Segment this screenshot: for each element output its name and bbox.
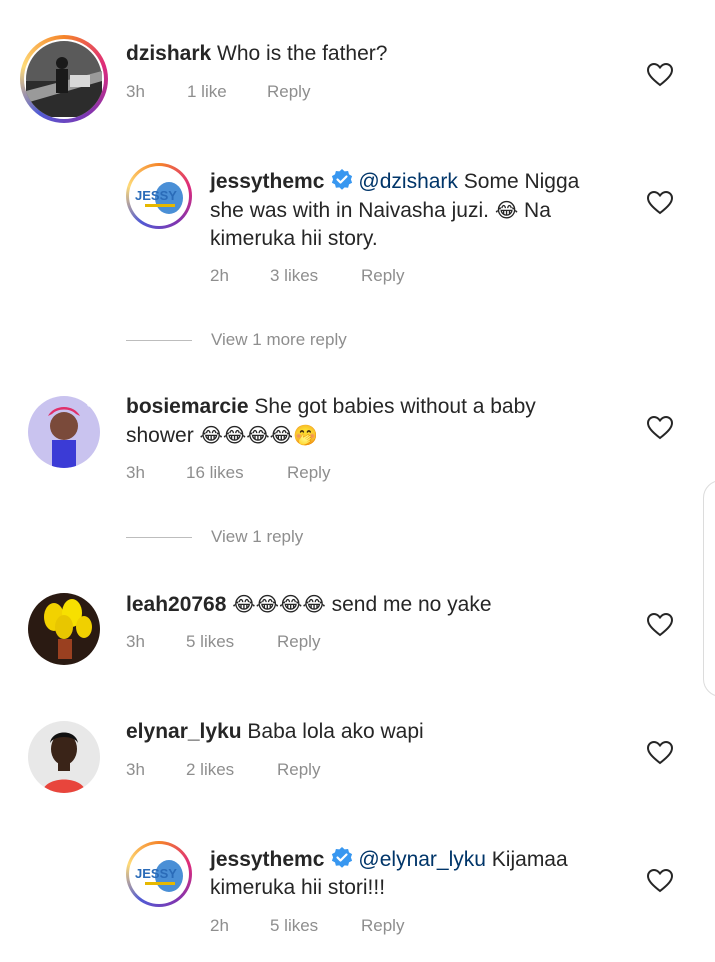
timestamp: 3h [126, 760, 145, 779]
avatar-photo [28, 593, 100, 665]
comment-text: leah20768 😂😂😂😂 send me no yake [126, 592, 492, 616]
comment-text: dzishark Who is the father? [126, 42, 388, 65]
logo-text: JESSY [135, 188, 177, 203]
reply-button[interactable]: Reply [361, 266, 404, 286]
heart-outline-icon[interactable] [647, 416, 673, 440]
reply-button[interactable]: Reply [361, 916, 404, 936]
jessy-logo: JESSY [131, 846, 187, 902]
timestamp: 3h [126, 463, 145, 482]
reply-button[interactable]: Reply [277, 760, 320, 780]
like-count[interactable]: 2 likes [186, 760, 234, 780]
avatar[interactable] [28, 721, 100, 793]
avatar[interactable]: JESSY [126, 163, 192, 229]
avatar[interactable] [28, 593, 100, 665]
edge-panel-handle[interactable] [703, 480, 715, 697]
avatar-photo [28, 396, 100, 468]
heart-outline-icon[interactable] [647, 741, 673, 765]
comment-meta: 2h 3 likes Reply [210, 266, 510, 288]
username[interactable]: jessythemc [210, 848, 324, 871]
mention-link[interactable]: @dzishark [358, 170, 458, 193]
joy-emoji-icon: 😂😂😂😂 [199, 423, 294, 447]
like-count[interactable]: 3 likes [270, 266, 318, 286]
comment-meta: 3h 2 likes Reply [126, 760, 426, 782]
username[interactable]: leah20768 [126, 593, 226, 616]
reply-button[interactable]: Reply [287, 463, 330, 483]
comment-text: jessythemc @dzishark Some Nigga she was … [210, 169, 580, 250]
like-count[interactable]: 5 likes [186, 632, 234, 652]
like-count[interactable]: 16 likes [186, 463, 244, 483]
comment-text: bosiemarcie She got babies without a bab… [126, 395, 536, 447]
avatar[interactable]: JESSY [126, 841, 192, 907]
comment-meta: 3h 16 likes Reply [126, 463, 426, 485]
comment-meta: 3h 5 likes Reply [126, 632, 426, 654]
avatar[interactable] [20, 35, 108, 123]
divider [126, 340, 192, 341]
heart-outline-icon[interactable] [647, 869, 673, 893]
view-replies-label[interactable]: View 1 more reply [211, 330, 347, 350]
verified-badge-icon [332, 169, 353, 190]
hand-over-mouth-emoji-icon: 🤭 [293, 423, 318, 447]
timestamp: 2h [210, 916, 229, 935]
joy-emoji-icon: 😂 [494, 198, 519, 222]
view-replies-label[interactable]: View 1 reply [211, 527, 303, 547]
username[interactable]: bosiemarcie [126, 395, 249, 418]
divider [126, 537, 192, 538]
verified-badge-icon [332, 847, 353, 868]
comment-meta: 2h 5 likes Reply [210, 916, 510, 938]
like-count[interactable]: 5 likes [270, 916, 318, 936]
like-count[interactable]: 1 like [187, 82, 227, 102]
timestamp: 3h [126, 82, 145, 101]
timestamp: 2h [210, 266, 229, 285]
username[interactable]: dzishark [126, 42, 211, 65]
heart-outline-icon[interactable] [647, 613, 673, 637]
comment-text: jessythemc @elynar_lyku Kijamaa kimeruka… [210, 847, 568, 899]
avatar-photo [26, 41, 102, 117]
timestamp: 3h [126, 632, 145, 651]
jessy-logo: JESSY [131, 168, 187, 224]
joy-emoji-icon: 😂😂😂😂 [232, 592, 326, 616]
view-more-replies[interactable]: View 1 reply [126, 527, 426, 547]
view-more-replies[interactable]: View 1 more reply [126, 330, 426, 350]
mention-link[interactable]: @elynar_lyku [358, 848, 486, 871]
comment-meta: 3h 1 like Reply [126, 82, 426, 104]
reply-button[interactable]: Reply [267, 82, 310, 102]
logo-text: JESSY [135, 866, 177, 881]
avatar[interactable] [28, 396, 100, 468]
username[interactable]: elynar_lyku [126, 720, 242, 743]
reply-button[interactable]: Reply [277, 632, 320, 652]
username[interactable]: jessythemc [210, 170, 324, 193]
heart-outline-icon[interactable] [647, 191, 673, 215]
comment-text: elynar_lyku Baba lola ako wapi [126, 720, 424, 743]
heart-outline-icon[interactable] [647, 63, 673, 87]
avatar-photo [28, 721, 100, 793]
